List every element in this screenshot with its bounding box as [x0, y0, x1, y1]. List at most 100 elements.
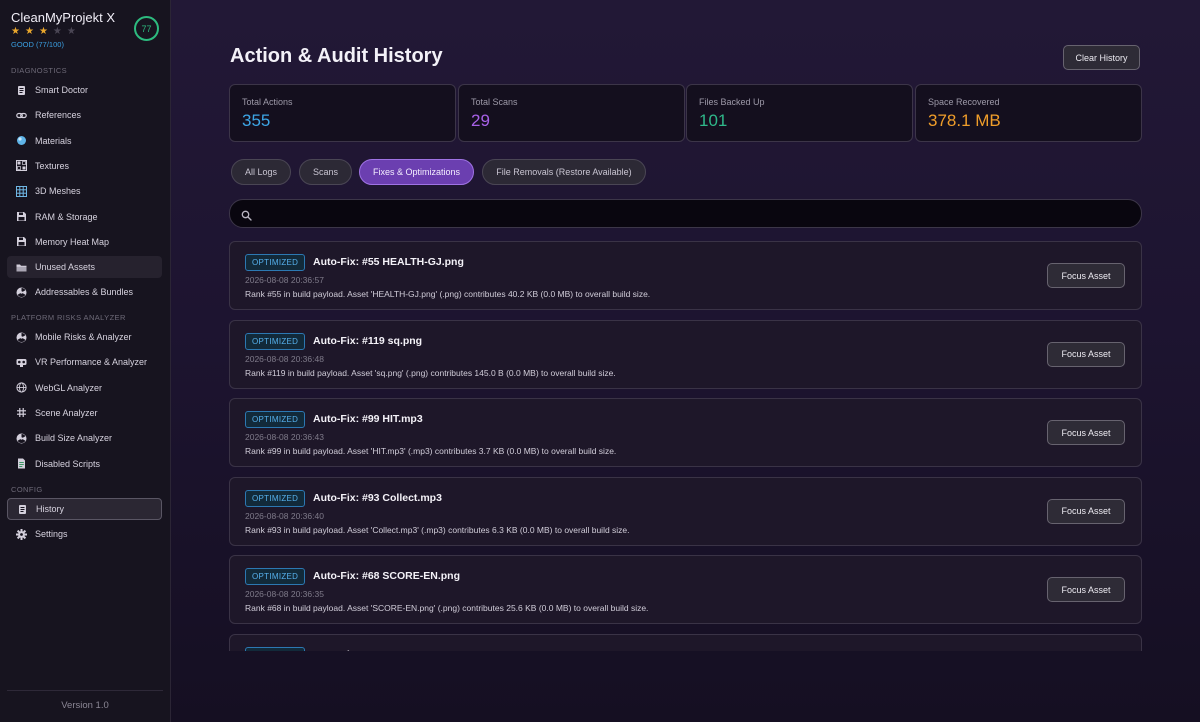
filter-tab-scans[interactable]: Scans	[299, 159, 352, 185]
log-entry: OPTIMIZEDAuto-Fix: #60 HEALTH-ENFocus As…	[229, 633, 1142, 652]
sidebar-item-label: Disabled Scripts	[35, 458, 101, 469]
stat-card-total-actions: Total Actions 355	[229, 84, 456, 142]
search-input[interactable]	[260, 204, 1130, 224]
status-badge: OPTIMIZED	[245, 646, 306, 651]
filter-tab-all-logs[interactable]: All Logs	[231, 159, 291, 185]
log-list[interactable]: OPTIMIZED Auto-Fix: #55 HEALTH-GJ.png 2026…	[229, 241, 1142, 651]
log-title: Auto-Fix: #60 HEALTH-EN	[313, 649, 442, 652]
focus-asset-button[interactable]: Focus Asset	[1047, 420, 1125, 445]
sidebar-item-3d-meshes[interactable]: 3D Meshes	[7, 180, 162, 202]
radiation-icon	[16, 287, 27, 298]
stat-card-space-recovered: Space Recovered 378.1 MB	[915, 84, 1142, 142]
health-score-badge: 77	[134, 16, 159, 41]
focus-asset-button[interactable]: Focus Asset	[1047, 341, 1125, 367]
link-icon	[16, 110, 27, 121]
stat-value: 29	[471, 111, 490, 130]
sidebar-divider	[7, 690, 163, 691]
status-badge: OPTIMIZED	[245, 254, 306, 271]
section-label-config: CONFIG	[11, 485, 43, 494]
log-title: Auto-Fix: #93 Collect.mp3	[313, 491, 442, 504]
log-title: Auto-Fix: #119 sq.png	[313, 334, 423, 347]
log-entry: OPTIMIZED Auto-Fix: #119 sq.png 2026-08-08…	[229, 319, 1142, 389]
section-label-platform-risks-analyzer: PLATFORM RISKS ANALYZER	[11, 313, 126, 322]
gear-icon	[16, 528, 27, 540]
sidebar-item-label: Mobile Risks & Analyzer	[35, 332, 132, 342]
stat-card-files-backed-up: Files Backed Up 101	[686, 84, 913, 142]
section-label-diagnostics: DIAGNOSTICS	[11, 66, 68, 75]
star-filled-icon: ★	[11, 26, 25, 37]
doctor-icon	[16, 85, 27, 96]
log-description: Rank #55 in build payload. Asset 'HEALTH…	[245, 289, 651, 299]
log-entry: OPTIMIZED Auto-Fix: #93 Collect.mp3 2026-0…	[229, 476, 1142, 546]
sidebar-item-label: Addressables & Bundles	[35, 287, 134, 298]
sidebar-item-ram-and-storage[interactable]: RAM & Storage	[7, 206, 162, 228]
focus-asset-button[interactable]: Focus Asset	[1047, 263, 1125, 288]
sidebar-item-label: History	[36, 504, 65, 514]
sidebar-item-textures[interactable]: Textures	[7, 155, 162, 177]
stat-value: 355	[242, 111, 271, 130]
log-timestamp: 2026-08-08 20:36:57	[245, 275, 324, 285]
sidebar-item-label: Smart Doctor	[35, 85, 89, 95]
log-title: Auto-Fix: #68 SCORE-EN.png	[313, 570, 461, 582]
log-title: Auto-Fix: #99 HIT.mp3	[313, 413, 423, 425]
sidebar-item-label: RAM & Storage	[35, 211, 98, 222]
log-timestamp: 2026-08-08 20:36:40	[245, 510, 324, 521]
health-rating-label: GOOD (77/100)	[11, 40, 64, 49]
script-icon	[16, 458, 27, 469]
sphere-icon	[16, 135, 27, 146]
rating-stars: ★★★★★	[11, 26, 81, 37]
log-entry: OPTIMIZED Auto-Fix: #68 SCORE-EN.png 2026-…	[229, 555, 1142, 624]
stat-label: Space Recovered	[928, 97, 1000, 107]
sidebar-item-mobile-risks-and-analyzer[interactable]: Mobile Risks & Analyzer	[7, 326, 162, 348]
globe-icon	[16, 382, 27, 393]
save-icon	[16, 211, 27, 222]
sidebar-item-disabled-scripts[interactable]: Disabled Scripts	[7, 453, 162, 475]
sidebar-item-memory-heat-map[interactable]: Memory Heat Map	[7, 231, 162, 253]
sidebar-item-addressables-and-bundles[interactable]: Addressables & Bundles	[7, 281, 162, 303]
sidebar-item-unused-assets[interactable]: Unused Assets	[7, 256, 162, 279]
sidebar-item-vr-performance-and-analyzer[interactable]: VR Performance & Analyzer	[7, 351, 162, 373]
star-filled-icon: ★	[24, 26, 39, 37]
status-badge: OPTIMIZED	[245, 332, 306, 350]
clear-history-button[interactable]: Clear History	[1063, 45, 1140, 70]
filter-tab-file-removals-restore-available[interactable]: File Removals (Restore Available)	[482, 159, 646, 185]
log-timestamp: 2026-08-08 20:36:48	[245, 353, 324, 364]
sidebar-item-settings[interactable]: Settings	[7, 523, 162, 545]
status-badge: OPTIMIZED	[245, 411, 306, 428]
sidebar-item-webgl-analyzer[interactable]: WebGL Analyzer	[7, 377, 162, 399]
stat-label: Files Backed Up	[699, 97, 765, 107]
sidebar-item-materials[interactable]: Materials	[7, 130, 162, 152]
sidebar: CleanMyProjekt X ★★★★★ GOOD (77/100) 77 …	[0, 0, 171, 722]
sidebar-item-label: 3D Meshes	[35, 186, 81, 197]
vr-headset-icon	[16, 357, 27, 368]
star-filled-icon: ★	[38, 26, 53, 37]
sidebar-item-references[interactable]: References	[7, 104, 162, 126]
sidebar-item-label: Memory Heat Map	[35, 236, 110, 247]
app-title: CleanMyProjekt X	[11, 10, 116, 25]
log-timestamp: 2026-08-08 20:36:43	[245, 432, 324, 442]
sidebar-item-history[interactable]: History	[7, 498, 162, 520]
sidebar-item-label: Textures	[35, 160, 70, 171]
sidebar-item-smart-doctor[interactable]: Smart Doctor	[7, 79, 162, 101]
sidebar-item-label: Build Size Analyzer	[35, 433, 113, 444]
stat-card-total-scans: Total Scans 29	[458, 84, 685, 142]
star-empty-icon: ★	[66, 26, 81, 37]
sidebar-item-scene-analyzer[interactable]: Scene Analyzer	[7, 402, 162, 424]
log-timestamp: 2026-08-08 20:36:35	[245, 589, 324, 599]
page-title: Action & Audit History	[230, 45, 443, 67]
stat-label: Total Scans	[471, 97, 518, 107]
focus-asset-button[interactable]: Focus Asset	[1047, 577, 1125, 602]
filter-tab-fixes-and-optimizations[interactable]: Fixes & Optimizations	[359, 159, 474, 185]
stat-label: Total Actions	[242, 97, 293, 107]
sidebar-item-label: Materials	[35, 135, 72, 146]
version-label: Version 1.0	[61, 700, 109, 711]
focus-asset-button[interactable]: Focus Asset	[1047, 498, 1125, 524]
search-bar[interactable]	[229, 199, 1142, 228]
heatmap-icon	[16, 236, 27, 247]
history-icon	[17, 504, 28, 515]
texture-grid-icon	[16, 160, 27, 172]
radiation-icon	[16, 332, 27, 343]
hash-icon	[16, 407, 27, 418]
search-icon	[241, 208, 252, 226]
sidebar-item-build-size-analyzer[interactable]: Build Size Analyzer	[7, 427, 162, 449]
